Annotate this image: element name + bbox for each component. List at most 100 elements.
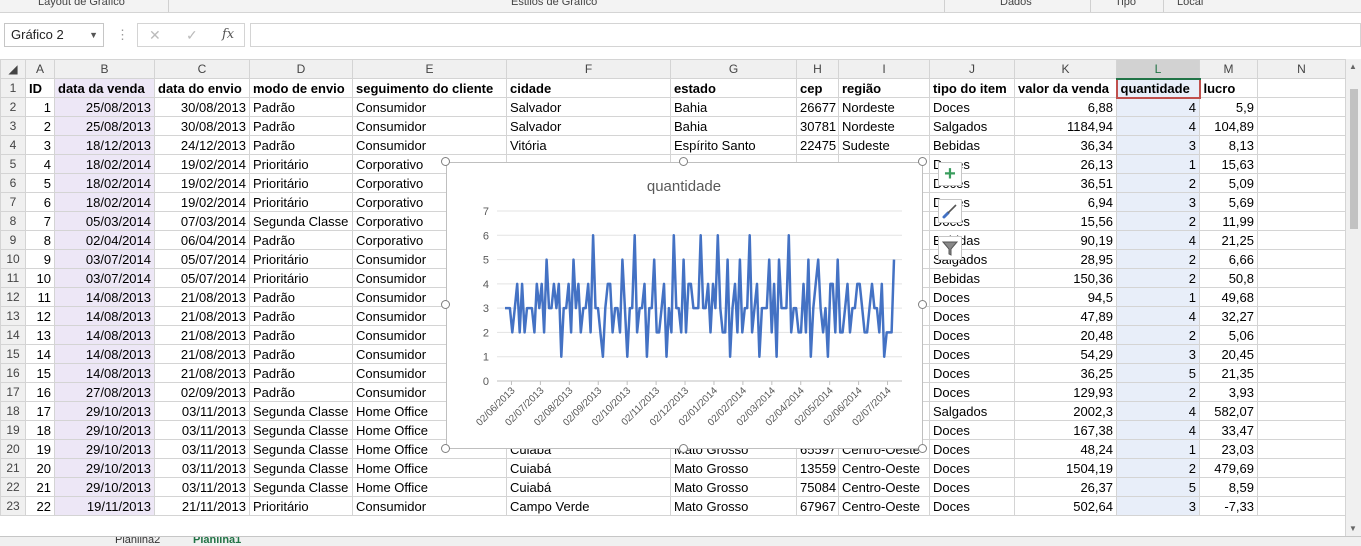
cell[interactable]: Segunda Classe xyxy=(249,401,353,421)
cell[interactable]: 8,13 xyxy=(1199,135,1258,155)
cell[interactable]: Padrão xyxy=(249,135,353,155)
cell[interactable]: 22 xyxy=(25,496,55,516)
cell[interactable]: Segunda Classe xyxy=(249,420,353,440)
cell[interactable]: 47,89 xyxy=(1014,306,1117,326)
row-header[interactable]: 13 xyxy=(0,306,26,326)
cell[interactable]: 19/02/2014 xyxy=(154,154,250,174)
cell[interactable]: Nordeste xyxy=(838,97,930,117)
column-header-f[interactable]: F xyxy=(506,59,671,79)
cell[interactable]: 15,63 xyxy=(1199,154,1258,174)
cell[interactable]: 6,66 xyxy=(1199,249,1258,269)
cell[interactable]: -7,33 xyxy=(1199,496,1258,516)
cell[interactable]: 5 xyxy=(25,173,55,193)
cell[interactable] xyxy=(1257,287,1345,307)
cell[interactable]: 3 xyxy=(1116,496,1200,516)
cell[interactable] xyxy=(1257,230,1345,250)
resize-handle-bottom-left[interactable] xyxy=(441,444,450,453)
cell[interactable]: 05/07/2014 xyxy=(154,268,250,288)
cell[interactable]: 26677 xyxy=(796,97,839,117)
cell[interactable]: Prioritário xyxy=(249,249,353,269)
cell[interactable]: 2 xyxy=(1116,268,1200,288)
row-header[interactable]: 9 xyxy=(0,230,26,250)
cell[interactable]: Padrão xyxy=(249,230,353,250)
cell[interactable]: 16 xyxy=(25,382,55,402)
cell[interactable]: tipo do item xyxy=(929,78,1015,98)
cell[interactable]: 20,48 xyxy=(1014,325,1117,345)
cell[interactable]: 2 xyxy=(25,116,55,136)
row-header[interactable]: 14 xyxy=(0,325,26,345)
cell[interactable] xyxy=(1257,116,1345,136)
formula-input[interactable] xyxy=(250,23,1361,47)
cell[interactable]: 18/02/2014 xyxy=(54,192,155,212)
cell[interactable]: 1 xyxy=(25,97,55,117)
cell[interactable]: 5,09 xyxy=(1199,173,1258,193)
cell[interactable]: 18/12/2013 xyxy=(54,135,155,155)
cell[interactable]: 4 xyxy=(1116,306,1200,326)
cell[interactable]: Home Office xyxy=(352,477,507,497)
cell[interactable]: Doces xyxy=(929,97,1015,117)
cell[interactable]: 02/09/2013 xyxy=(154,382,250,402)
cell[interactable]: Mato Grosso xyxy=(670,477,797,497)
cell[interactable]: 49,68 xyxy=(1199,287,1258,307)
cell[interactable] xyxy=(1257,420,1345,440)
cell[interactable]: ID xyxy=(25,78,55,98)
cell[interactable]: 104,89 xyxy=(1199,116,1258,136)
name-box[interactable]: Gráfico 2 ▼ xyxy=(4,23,104,47)
cell[interactable]: 150,36 xyxy=(1014,268,1117,288)
cell[interactable]: 18 xyxy=(25,420,55,440)
cell[interactable]: 4 xyxy=(1116,116,1200,136)
cell[interactable]: 2 xyxy=(1116,382,1200,402)
cell[interactable]: 8 xyxy=(25,230,55,250)
cell[interactable]: Doces xyxy=(929,344,1015,364)
cell[interactable]: 18/02/2014 xyxy=(54,173,155,193)
cell[interactable]: 03/11/2013 xyxy=(154,439,250,459)
cell[interactable]: 2 xyxy=(1116,458,1200,478)
row-header[interactable]: 6 xyxy=(0,173,26,193)
cell[interactable]: 21,35 xyxy=(1199,363,1258,383)
cell[interactable]: 25/08/2013 xyxy=(54,97,155,117)
cell[interactable]: 21/08/2013 xyxy=(154,363,250,383)
cell[interactable]: 23,03 xyxy=(1199,439,1258,459)
cell[interactable]: 25/08/2013 xyxy=(54,116,155,136)
cell[interactable]: data do envio xyxy=(154,78,250,98)
cell[interactable]: 3,93 xyxy=(1199,382,1258,402)
cell[interactable]: 14/08/2013 xyxy=(54,306,155,326)
cell[interactable]: Prioritário xyxy=(249,173,353,193)
cell[interactable]: Campo Verde xyxy=(506,496,671,516)
chevron-down-icon[interactable]: ▼ xyxy=(89,24,98,46)
column-header-l[interactable]: L xyxy=(1116,59,1200,80)
cell[interactable]: 14/08/2013 xyxy=(54,325,155,345)
cell[interactable]: Consumidor xyxy=(352,135,507,155)
cell[interactable]: 167,38 xyxy=(1014,420,1117,440)
cell[interactable] xyxy=(1257,211,1345,231)
row-header[interactable]: 22 xyxy=(0,477,26,497)
cell[interactable]: 29/10/2013 xyxy=(54,458,155,478)
vertical-scrollbar[interactable]: ▲ ▼ xyxy=(1345,59,1361,536)
cell[interactable]: Consumidor xyxy=(352,496,507,516)
cell[interactable]: 29/10/2013 xyxy=(54,439,155,459)
cell[interactable]: Doces xyxy=(929,477,1015,497)
cell[interactable]: 03/07/2014 xyxy=(54,268,155,288)
row-header[interactable]: 16 xyxy=(0,363,26,383)
row-header[interactable]: 7 xyxy=(0,192,26,212)
cell[interactable]: Consumidor xyxy=(352,97,507,117)
more-options-icon[interactable]: ⋮ xyxy=(116,27,129,43)
column-header-d[interactable]: D xyxy=(249,59,353,79)
resize-handle-top-right[interactable] xyxy=(918,157,927,166)
cell[interactable]: 14/08/2013 xyxy=(54,363,155,383)
cell[interactable]: 21/08/2013 xyxy=(154,306,250,326)
cell[interactable]: Nordeste xyxy=(838,116,930,136)
resize-handle-right[interactable] xyxy=(918,300,927,309)
cell[interactable]: 4 xyxy=(25,154,55,174)
row-header[interactable]: 18 xyxy=(0,401,26,421)
cell[interactable]: 15 xyxy=(25,363,55,383)
cell[interactable]: Prioritário xyxy=(249,496,353,516)
cell[interactable]: Bebidas xyxy=(929,268,1015,288)
cell[interactable]: Prioritário xyxy=(249,192,353,212)
cell[interactable]: 36,34 xyxy=(1014,135,1117,155)
cell[interactable]: Padrão xyxy=(249,306,353,326)
cell[interactable]: 2002,3 xyxy=(1014,401,1117,421)
cell[interactable]: 582,07 xyxy=(1199,401,1258,421)
cell[interactable]: data da venda xyxy=(54,78,155,98)
cell[interactable] xyxy=(1257,173,1345,193)
